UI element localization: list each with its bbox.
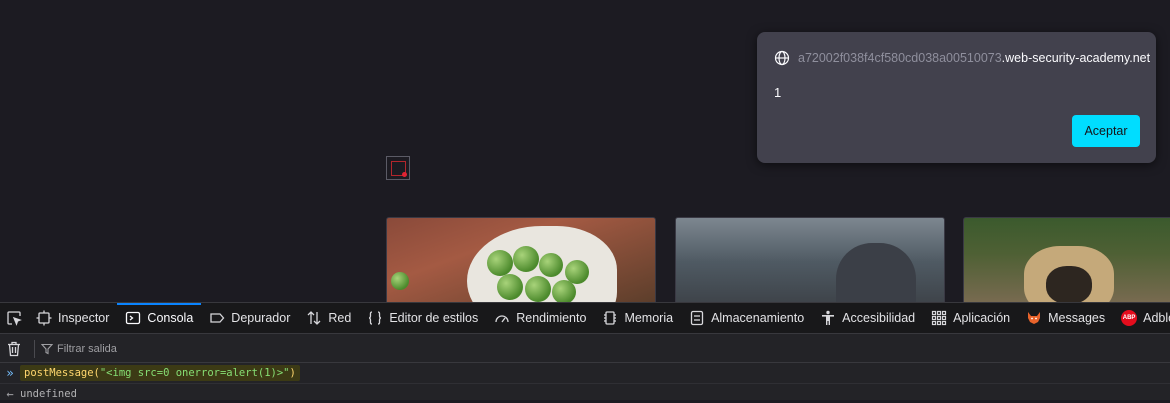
application-icon xyxy=(932,310,947,326)
accessibility-icon xyxy=(822,310,835,325)
storage-icon xyxy=(690,310,704,326)
alert-message: 1 xyxy=(774,85,782,100)
code-string: "<img src=0 onerror=alert(1)>" xyxy=(99,367,290,379)
product-image-brussels-sprouts[interactable] xyxy=(386,217,656,302)
alert-origin-prefix: a72002f038f4cf580cd038a00510073 xyxy=(798,51,1002,65)
globe-icon xyxy=(774,50,790,66)
console-input-code[interactable]: postMessage("<img src=0 onerror=alert(1)… xyxy=(20,365,300,381)
tab-performance[interactable]: Rendimiento xyxy=(486,303,594,333)
tab-style-editor[interactable]: Editor de estilos xyxy=(359,303,486,333)
tab-application[interactable]: Aplicación xyxy=(923,303,1018,333)
filter-output-input[interactable] xyxy=(57,342,357,355)
console-output-row: ← undefined xyxy=(0,383,1170,403)
alert-dialog: a72002f038f4cf580cd038a00510073.web-secu… xyxy=(757,32,1156,163)
fox-icon xyxy=(1028,312,1041,324)
tab-console-label: Consola xyxy=(147,311,194,325)
alert-origin-domain: .web-security-academy.net xyxy=(1001,51,1151,65)
page-viewport: a72002f038f4cf580cd038a00510073.web-secu… xyxy=(0,0,1170,302)
memory-icon xyxy=(604,311,617,325)
divider xyxy=(34,339,35,358)
console-prompt-icon: » xyxy=(6,366,14,380)
product-image-pug[interactable] xyxy=(963,217,1170,302)
network-icon xyxy=(307,311,321,325)
style-editor-icon xyxy=(369,311,382,325)
console-output-value: undefined xyxy=(20,387,77,400)
tab-debugger[interactable]: Depurador xyxy=(201,303,298,333)
broken-image-icon xyxy=(386,156,410,180)
devtools-tabbar: Inspector Consola Depurador Red Editor d… xyxy=(0,303,1170,334)
tab-memory-label: Memoria xyxy=(624,311,674,325)
tab-performance-label: Rendimiento xyxy=(516,311,587,325)
element-picker-icon xyxy=(7,311,22,326)
tab-accessibility[interactable]: Accesibilidad xyxy=(812,303,923,333)
tab-messages-label: Messages xyxy=(1048,311,1106,325)
tab-style-editor-label: Editor de estilos xyxy=(389,311,479,325)
console-input-row: » postMessage("<img src=0 onerror=alert(… xyxy=(0,363,1170,383)
result-arrow-icon: ← xyxy=(6,386,14,401)
tab-adblock-plus-label: Adblock Plus xyxy=(1143,311,1170,325)
inspector-icon xyxy=(36,310,52,326)
code-function: postMessage( xyxy=(24,367,100,379)
tab-console[interactable]: Consola xyxy=(117,303,202,333)
tab-storage-label: Almacenamiento xyxy=(711,311,805,325)
abp-icon: ABP xyxy=(1121,310,1138,326)
product-image-city-hoodie[interactable] xyxy=(675,217,945,302)
filter-icon xyxy=(41,343,53,354)
alert-origin: a72002f038f4cf580cd038a00510073.web-secu… xyxy=(774,50,1150,66)
tab-inspector[interactable]: Inspector xyxy=(28,303,117,333)
accept-button[interactable]: Aceptar xyxy=(1072,115,1140,147)
tab-application-label: Aplicación xyxy=(953,311,1011,325)
console-filterbar xyxy=(0,335,1170,363)
tab-memory[interactable]: Memoria xyxy=(594,303,681,333)
tab-messages[interactable]: Messages xyxy=(1018,303,1113,333)
trash-icon xyxy=(8,341,20,356)
element-picker-button[interactable] xyxy=(0,303,28,333)
tab-debugger-label: Depurador xyxy=(231,311,291,325)
tab-storage[interactable]: Almacenamiento xyxy=(681,303,812,333)
console-icon xyxy=(126,311,141,325)
code-close: ) xyxy=(289,367,296,379)
tab-network-label: Red xyxy=(328,311,352,325)
debugger-icon xyxy=(210,313,225,323)
devtools-panel: Inspector Consola Depurador Red Editor d… xyxy=(0,302,1170,403)
tab-accessibility-label: Accesibilidad xyxy=(842,311,916,325)
tab-adblock-plus[interactable]: ABP Adblock Plus xyxy=(1113,303,1170,333)
tab-inspector-label: Inspector xyxy=(58,311,110,325)
tab-network[interactable]: Red xyxy=(298,303,359,333)
performance-icon xyxy=(495,315,509,323)
clear-console-button[interactable] xyxy=(0,335,28,363)
